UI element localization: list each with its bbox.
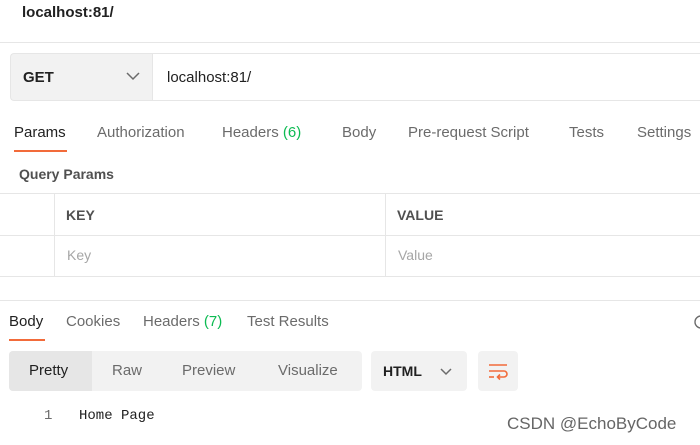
active-tab-indicator — [14, 150, 67, 152]
line-number: 1 — [44, 408, 53, 424]
tab-body[interactable]: Body — [342, 124, 376, 141]
tab-authorization[interactable]: Authorization — [97, 124, 185, 141]
response-tab-test-results[interactable]: Test Results — [247, 313, 329, 330]
table-border — [0, 276, 700, 277]
active-tab-indicator — [9, 339, 45, 341]
value-input[interactable]: Value — [398, 247, 433, 263]
table-border — [385, 193, 386, 276]
tab-label: Pre-request Script — [408, 124, 529, 141]
url-input-value[interactable]: localhost:81/ — [167, 69, 251, 86]
tab-label: Headers — [222, 124, 279, 141]
table-border — [0, 235, 700, 236]
request-name[interactable]: localhost:81/ — [22, 4, 114, 21]
tab-count: (6) — [282, 124, 302, 141]
watermark: CSDN @EchoByCode — [507, 414, 677, 433]
tab-label: Test Results — [247, 313, 329, 330]
view-mode-preview[interactable]: Preview — [182, 362, 235, 379]
tab-label: Body — [9, 313, 44, 330]
view-mode-visualize[interactable]: Visualize — [278, 362, 338, 379]
tab-label: Authorization — [97, 124, 185, 141]
table-border — [0, 193, 700, 194]
key-input[interactable]: Key — [67, 247, 91, 263]
chevron-down-icon[interactable] — [126, 71, 140, 81]
tab-label: Body — [342, 124, 377, 141]
table-border — [54, 193, 55, 276]
column-header-value: VALUE — [397, 207, 444, 223]
tab-label: Tests — [569, 124, 605, 141]
response-tab-body[interactable]: Body — [9, 313, 43, 330]
wrap-lines-icon[interactable] — [487, 360, 509, 382]
tab-label: Cookies — [66, 313, 121, 330]
tab-count: (7) — [203, 313, 223, 330]
tab-settings[interactable]: Settings — [637, 124, 691, 141]
tab-tests[interactable]: Tests — [569, 124, 604, 141]
tab-label: Headers — [143, 313, 200, 330]
divider — [0, 42, 700, 43]
response-divider[interactable] — [0, 300, 700, 301]
format-select-value[interactable]: HTML — [383, 363, 422, 379]
tab-headers[interactable]: Headers (6) — [222, 124, 301, 141]
response-tab-cookies[interactable]: Cookies — [66, 313, 120, 330]
view-mode-raw[interactable]: Raw — [112, 362, 142, 379]
method-label[interactable]: GET — [23, 69, 54, 86]
query-params-title: Query Params — [19, 166, 114, 182]
tab-pre-request-script[interactable]: Pre-request Script — [408, 124, 529, 141]
code-line: Home Page — [79, 408, 155, 424]
tab-params[interactable]: Params — [14, 124, 66, 141]
column-header-key: KEY — [66, 207, 95, 223]
view-mode-pretty[interactable]: Pretty — [29, 362, 68, 379]
tab-label: Params — [14, 124, 66, 141]
tab-label: Settings — [637, 124, 692, 141]
chevron-down-icon[interactable] — [440, 367, 452, 376]
globe-icon[interactable] — [694, 314, 700, 330]
response-tab-headers[interactable]: Headers (7) — [143, 313, 222, 330]
